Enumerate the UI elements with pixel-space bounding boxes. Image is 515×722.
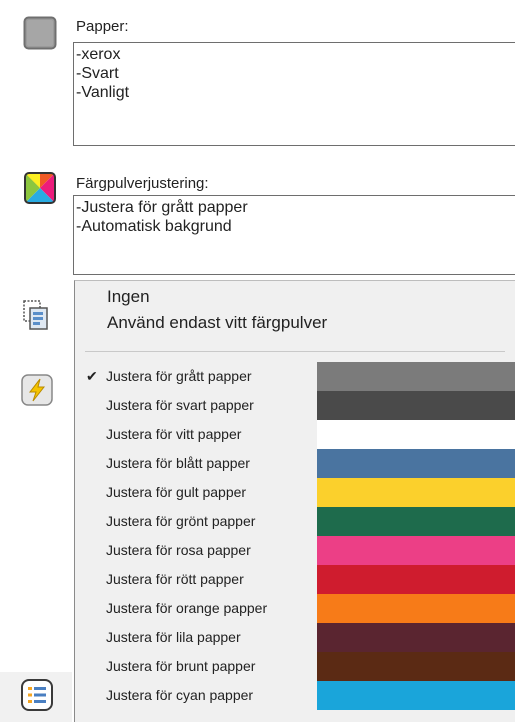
lightning-icon[interactable] <box>20 373 54 407</box>
menu-item-white-toner-only[interactable]: Använd endast vitt färgpulver <box>107 313 327 333</box>
menu-option-label: Justera för vitt papper <box>106 426 242 442</box>
paper-color-swatch <box>317 565 515 594</box>
menu-option-label: Justera för cyan papper <box>106 687 254 703</box>
paper-color-swatch <box>317 681 515 710</box>
list-settings-icon[interactable] <box>20 678 54 712</box>
menu-option-paper-color[interactable]: Justera för rosa papper <box>75 536 315 565</box>
menu-option-label: Justera för lila papper <box>106 629 241 645</box>
toner-details-box: -Justera för grått papper -Automatisk ba… <box>73 195 515 275</box>
paper-color-swatch <box>317 449 515 478</box>
paper-color-swatch <box>317 507 515 536</box>
menu-option-label: Justera för svart papper <box>106 397 254 413</box>
menu-option-label: Justera för grått papper <box>106 368 252 384</box>
menu-option-paper-color[interactable]: Justera för brunt papper <box>75 652 315 681</box>
toner-line: -Automatisk bakgrund <box>76 218 232 235</box>
menu-option-paper-color[interactable]: Justera för cyan papper <box>75 681 315 710</box>
menu-option-label: Justera för grönt papper <box>106 513 256 529</box>
menu-option-label: Justera för rött papper <box>106 571 244 587</box>
paper-details-box: -xerox -Svart -Vanligt <box>73 42 515 146</box>
menu-option-paper-color[interactable]: Justera för lila papper <box>75 623 315 652</box>
menu-separator <box>85 351 505 352</box>
toner-adjustment-dropdown[interactable]: Ingen Använd endast vitt färgpulver ✔ Jus… <box>74 280 515 722</box>
toner-line: -Justera för grått papper <box>76 199 248 216</box>
paper-line: -xerox <box>76 46 121 63</box>
menu-option-paper-color[interactable]: Justera för vitt papper <box>75 420 315 449</box>
paper-color-swatch <box>317 478 515 507</box>
color-toner-icon[interactable] <box>23 171 57 205</box>
paper-color-swatch <box>317 652 515 681</box>
menu-option-paper-color[interactable]: Justera för rött papper <box>75 565 315 594</box>
paper-gray-square-icon[interactable] <box>23 16 57 50</box>
menu-option-label: Justera för orange papper <box>106 600 268 616</box>
paper-line: -Vanligt <box>76 84 130 101</box>
left-icon-gutter <box>0 0 72 722</box>
paper-color-swatch <box>317 362 515 391</box>
paper-color-swatch <box>317 594 515 623</box>
menu-option-paper-color[interactable]: Justera för blått papper <box>75 449 315 478</box>
paper-color-swatch <box>317 420 515 449</box>
paper-color-swatch <box>317 391 515 420</box>
paper-line: -Svart <box>76 65 119 82</box>
copy-pages-icon[interactable] <box>20 298 54 332</box>
menu-option-paper-color[interactable]: Justera för orange papper <box>75 594 315 623</box>
menu-option-label: Justera för blått papper <box>106 455 250 471</box>
paper-label: Papper: <box>76 18 129 35</box>
menu-option-label: Justera för gult papper <box>106 484 247 500</box>
toner-label: Färgpulverjustering: <box>76 175 209 192</box>
menu-option-paper-color[interactable]: Justera för svart papper <box>75 391 315 420</box>
menu-option-paper-color[interactable]: ✔ Justera för grått papper <box>75 362 315 391</box>
menu-option-paper-color[interactable]: Justera för grönt papper <box>75 507 315 536</box>
menu-option-paper-color[interactable]: Justera för gult papper <box>75 478 315 507</box>
paper-color-swatch <box>317 536 515 565</box>
menu-option-label: Justera för brunt papper <box>106 658 256 674</box>
menu-item-none[interactable]: Ingen <box>107 287 150 307</box>
paper-color-swatch <box>317 623 515 652</box>
check-icon: ✔ <box>86 368 98 384</box>
menu-option-label: Justera för rosa papper <box>106 542 251 558</box>
